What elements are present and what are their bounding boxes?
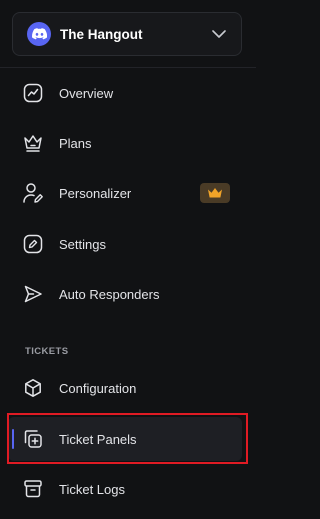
nav-item-overview[interactable]: Overview [8, 71, 242, 115]
server-name: The Hangout [60, 26, 143, 42]
send-icon [22, 283, 44, 305]
nav-label-ticket-logs: Ticket Logs [59, 481, 125, 497]
crown-icon [207, 187, 223, 199]
discord-icon [27, 22, 51, 46]
edit-square-icon [22, 233, 44, 255]
nav-label-overview: Overview [59, 85, 114, 101]
chevron-down-icon[interactable] [211, 26, 227, 42]
nav-label-settings: Settings [59, 236, 106, 252]
nav-item-personalizer[interactable]: Personalizer [8, 171, 242, 215]
archive-icon [22, 478, 44, 500]
nav-label-configuration: Configuration [59, 380, 137, 396]
nav-item-configuration[interactable]: Configuration [8, 366, 242, 410]
nav-label-personalizer: Personalizer [59, 185, 132, 201]
header-divider [0, 67, 256, 68]
crown-outline-icon [22, 132, 44, 154]
section-title-tickets: TICKETS [25, 346, 69, 357]
nav-label-auto-responders: Auto Responders [59, 286, 160, 302]
selection-highlight [7, 413, 248, 464]
nav-item-ticket-logs[interactable]: Ticket Logs [8, 467, 242, 511]
premium-badge [200, 183, 230, 203]
cube-icon [22, 377, 44, 399]
chart-line-icon [22, 82, 44, 104]
nav-item-plans[interactable]: Plans [8, 121, 242, 165]
nav-item-settings[interactable]: Settings [8, 222, 242, 266]
sidebar: The Hangout Overview Plans Personalizer … [0, 0, 256, 519]
user-edit-icon [22, 182, 44, 204]
nav-label-plans: Plans [59, 135, 92, 151]
nav-item-auto-responders[interactable]: Auto Responders [8, 272, 242, 316]
server-switcher[interactable]: The Hangout [12, 12, 242, 56]
